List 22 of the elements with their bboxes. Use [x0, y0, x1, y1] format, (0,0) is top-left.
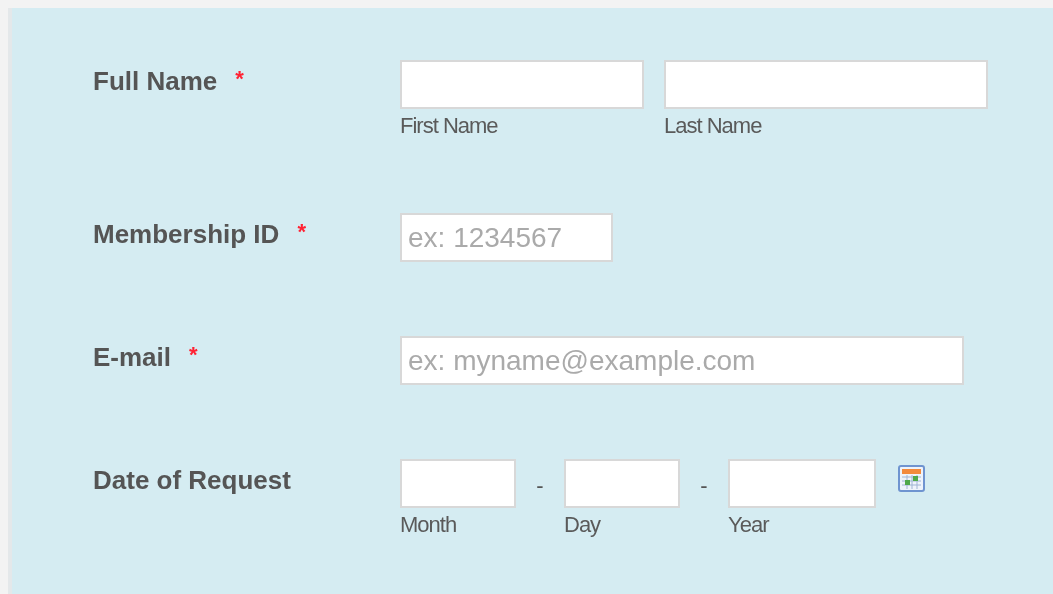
field-label: Membership ID: [93, 219, 280, 250]
text-field[interactable]: [400, 60, 644, 109]
field-sublabel: Last Name: [664, 113, 763, 139]
date-separator: -: [535, 472, 545, 499]
date-separator: -: [699, 472, 709, 499]
field-sublabel: Day: [564, 512, 602, 538]
field-sublabel: Year: [728, 512, 770, 538]
calendar-icon[interactable]: [898, 465, 925, 492]
text-field[interactable]: ex: myname@example.com: [400, 336, 964, 385]
date-field[interactable]: [400, 459, 516, 508]
date-field[interactable]: [728, 459, 876, 508]
field-label: Date of Request: [93, 465, 291, 496]
field-sublabel: Month: [400, 512, 458, 538]
field-label: E-mail: [93, 342, 172, 373]
date-field[interactable]: [564, 459, 680, 508]
text-field[interactable]: [664, 60, 988, 109]
required-mark: *: [235, 66, 244, 92]
required-mark: *: [297, 219, 306, 245]
field-sublabel: First Name: [400, 113, 499, 139]
text-field[interactable]: ex: 1234567: [400, 213, 613, 262]
required-mark: *: [189, 342, 198, 368]
field-label: Full Name: [93, 66, 218, 97]
